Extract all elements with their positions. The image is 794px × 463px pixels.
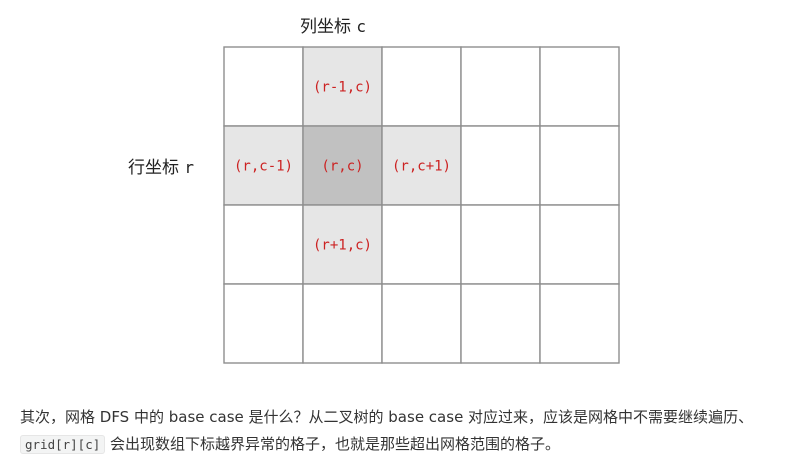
cell-label: (r+1,c) <box>313 238 372 254</box>
grid-cell-empty <box>223 283 304 364</box>
grid-cell-empty <box>460 46 541 127</box>
cell-label: (r-1,c) <box>313 80 372 96</box>
grid-cell-empty <box>539 46 620 127</box>
cell-label: (r,c-1) <box>234 159 293 175</box>
grid-cell-empty <box>539 283 620 364</box>
grid-diagram: (r-1,c) (r,c-1) (r,c) (r,c+1) (r+1,c) <box>223 46 620 364</box>
paragraph-text-after: 会出现数组下标越界异常的格子，也就是那些超出网格范围的格子。 <box>110 435 561 453</box>
grid-cell-empty <box>460 125 541 206</box>
grid-cell-empty <box>381 46 462 127</box>
grid-cell-empty <box>302 283 383 364</box>
paragraph-text-before: 其次，网格 DFS 中的 base case 是什么？从二叉树的 base ca… <box>20 408 754 426</box>
inline-code: grid[r][c] <box>20 435 106 454</box>
grid-cell-empty <box>223 204 304 285</box>
grid-cell-empty <box>381 204 462 285</box>
grid-cell-empty <box>381 283 462 364</box>
cell-label: (r,c+1) <box>392 159 451 175</box>
explanation-paragraph: 其次，网格 DFS 中的 base case 是什么？从二叉树的 base ca… <box>20 404 790 458</box>
grid-cell-empty <box>460 283 541 364</box>
grid-cell-empty <box>223 46 304 127</box>
grid-cell-empty <box>460 204 541 285</box>
grid-cell-empty <box>539 125 620 206</box>
cell-label: (r,c) <box>321 159 363 175</box>
grid-cell-empty <box>539 204 620 285</box>
